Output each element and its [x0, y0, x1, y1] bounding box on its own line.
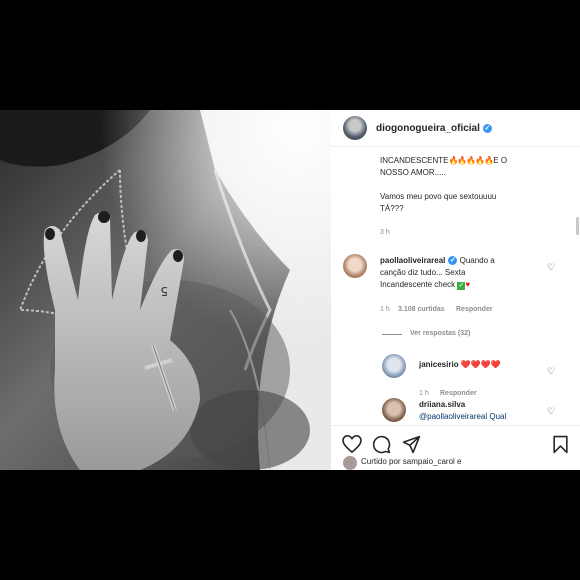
- liked-by-avatar[interactable]: [343, 456, 357, 470]
- comment-icon[interactable]: [372, 435, 391, 454]
- comment-username[interactable]: paollaoliveirareal: [380, 256, 445, 265]
- author-avatar[interactable]: [343, 116, 367, 140]
- reply-button[interactable]: Responder: [456, 306, 493, 313]
- comment-avatar[interactable]: [343, 254, 367, 278]
- red-heart-icon: ♥: [465, 280, 471, 289]
- reply-time: 1 h: [419, 390, 429, 397]
- comments-list: INCANDESCENTE🔥🔥🔥🔥🔥E O NOSSO AMOR..... Va…: [331, 147, 580, 425]
- share-icon[interactable]: [402, 435, 421, 454]
- reply-like-icon[interactable]: ♡: [547, 366, 555, 377]
- view-replies-button[interactable]: Ver respostas (32): [410, 330, 470, 337]
- photo-image: 5: [0, 110, 331, 470]
- comment-text: paollaoliveirareal ✓ Quando a: [380, 256, 495, 266]
- instagram-post: 5 diogonogueira_oficial ✓ INCANDESCENTE🔥🔥…: [0, 110, 580, 470]
- reply-reply-button[interactable]: Responder: [440, 390, 477, 397]
- author-username[interactable]: diogonogueira_oficial ✓: [376, 123, 492, 134]
- caption-line-2: NOSSO AMOR.....: [380, 168, 446, 177]
- save-icon[interactable]: [552, 435, 569, 454]
- reply-username[interactable]: janicesirio: [419, 360, 459, 369]
- reply-text: @paollaoliveirareal Qual: [419, 412, 507, 421]
- post-header: diogonogueira_oficial ✓: [331, 110, 580, 147]
- comment-time: 1 h: [380, 306, 390, 313]
- heart-icon[interactable]: [342, 435, 362, 453]
- caption-line-4: TÁ???: [380, 204, 404, 213]
- reply-like-icon[interactable]: ♡: [547, 406, 555, 417]
- caption-line-1: INCANDESCENTE🔥🔥🔥🔥🔥E O: [380, 156, 508, 165]
- reply-username[interactable]: driiana.silva: [419, 399, 465, 411]
- comment-like-icon[interactable]: ♡: [547, 262, 555, 273]
- scrollbar[interactable]: [576, 217, 579, 235]
- svg-text:5: 5: [160, 284, 168, 298]
- verified-icon: ✓: [448, 256, 458, 266]
- post-photo[interactable]: 5: [0, 110, 331, 470]
- caption-line-3: Vamos meu povo que sextouuuu: [380, 192, 497, 201]
- reply-text: janicesirio ❤️❤️❤️❤️: [419, 359, 501, 371]
- liked-by-text[interactable]: Curtido por sampaio_carol e: [361, 457, 462, 466]
- reply-avatar[interactable]: [382, 354, 406, 378]
- verified-icon: ✓: [482, 123, 492, 133]
- reply-avatar[interactable]: [382, 398, 406, 422]
- comment-likes[interactable]: 3.108 curtidas: [398, 306, 445, 313]
- replies-divider: [382, 334, 402, 335]
- caption-time: 3 h: [380, 229, 390, 236]
- red-hearts: ❤️❤️❤️❤️: [460, 360, 501, 369]
- comment-text-line-2: canção diz tudo... Sexta: [380, 268, 466, 277]
- post-sidebar: diogonogueira_oficial ✓ INCANDESCENTE🔥🔥🔥🔥…: [331, 110, 580, 470]
- comment-text-line-3: Incandescente check ✓♥: [380, 280, 471, 290]
